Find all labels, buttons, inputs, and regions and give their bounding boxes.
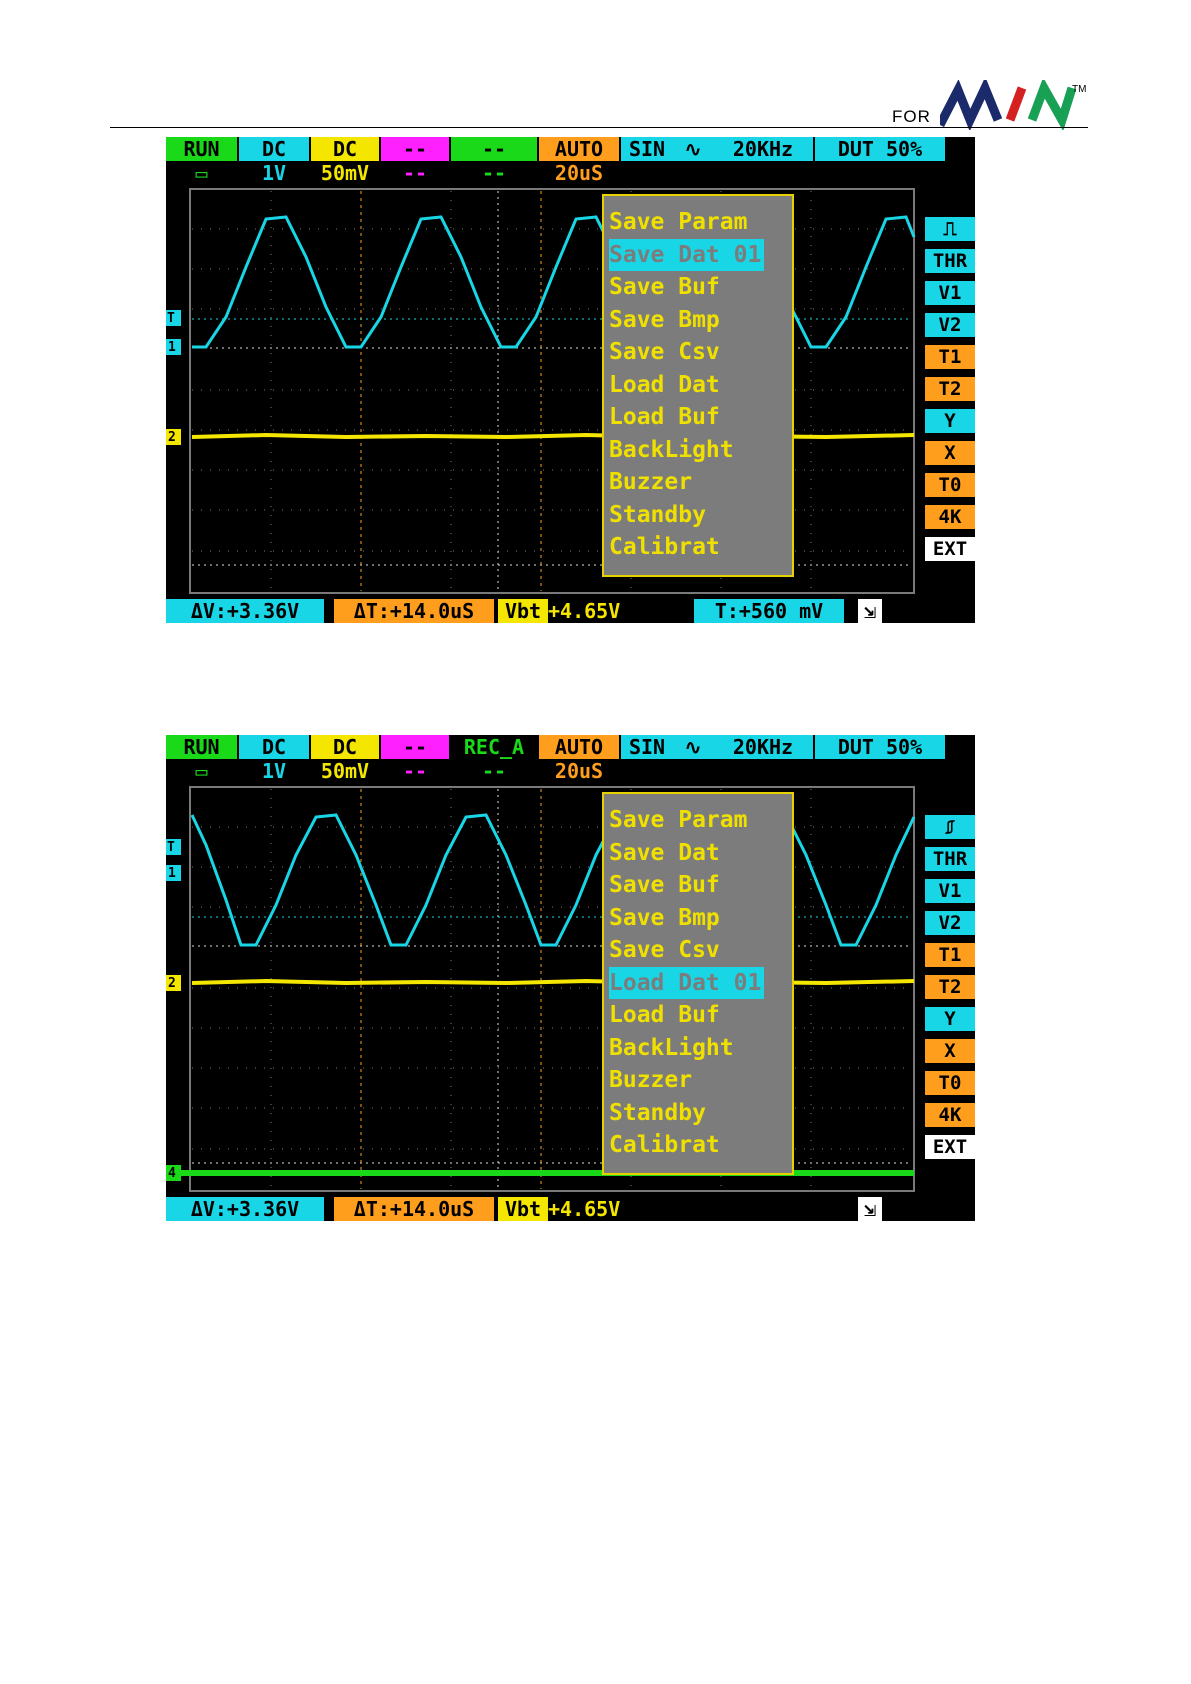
side-thr[interactable]: THR xyxy=(925,847,975,871)
trigger-marker: T xyxy=(167,840,175,855)
waveform-plot xyxy=(166,786,916,1192)
side-t1[interactable]: T1 xyxy=(925,345,975,369)
menu-item-load-buf[interactable]: Load Buf xyxy=(609,999,792,1032)
menu-item-backlight[interactable]: BackLight xyxy=(609,434,792,467)
menu-item-save-buf[interactable]: Save Buf xyxy=(609,869,792,902)
menu-item-buzzer[interactable]: Buzzer xyxy=(609,466,792,499)
vbt-value: +4.65V xyxy=(548,1197,621,1221)
delta-t-readout: ΔT:+14.0uS xyxy=(334,1197,494,1221)
side-ext[interactable]: EXT xyxy=(925,537,975,561)
scope-screen-2: RUN DC DC -- REC_A AUTO SIN ∿ 20KHz DUT … xyxy=(166,735,975,1221)
side-y[interactable]: Y xyxy=(925,1007,975,1031)
menu-item-save-bmp[interactable]: Save Bmp xyxy=(609,902,792,935)
ch1-marker: 1 xyxy=(168,866,176,881)
side-x[interactable]: X xyxy=(925,441,975,465)
side-v1[interactable]: V1 xyxy=(925,281,975,305)
trigger-level-readout: T:+560 mV xyxy=(694,599,844,623)
menu-item-standby[interactable]: Standby xyxy=(609,1097,792,1130)
menu-item-save-csv[interactable]: Save Csv xyxy=(609,934,792,967)
delta-v-readout: ΔV:+3.36V xyxy=(166,1197,324,1221)
side-4k[interactable]: 4K xyxy=(925,505,975,529)
ch2-marker: 2 xyxy=(168,430,176,445)
header-rule xyxy=(110,127,1088,128)
side-t0[interactable]: T0 xyxy=(925,473,975,497)
menu-item-backlight[interactable]: BackLight xyxy=(609,1032,792,1065)
bottom-status-row: ΔV:+3.36V ΔT:+14.0uS Vbt +4.65V T:+560 m… xyxy=(166,599,975,623)
side-t2[interactable]: T2 xyxy=(925,377,975,401)
file-menu: Save Param Save Dat 01 Save Buf Save Bmp… xyxy=(602,194,794,577)
vbt-label: Vbt xyxy=(498,1197,548,1221)
side-v1[interactable]: V1 xyxy=(925,879,975,903)
waveform-plot xyxy=(166,188,916,594)
side-v2[interactable]: V2 xyxy=(925,911,975,935)
trigger-level-readout xyxy=(694,1197,844,1221)
menu-item-load-buf[interactable]: Load Buf xyxy=(609,401,792,434)
trigger-edge-rising-icon[interactable]: ⎍ xyxy=(925,217,975,241)
side-menu: ⎍ THR V1 V2 T1 T2 Y X T0 4K EXT xyxy=(925,217,975,569)
vbt-value: +4.65V xyxy=(548,599,621,623)
trigger-marker: T xyxy=(167,311,175,326)
ch2-marker: 2 xyxy=(168,976,176,991)
for-label: FOR xyxy=(892,107,931,126)
vbt-label: Vbt xyxy=(498,599,548,623)
delta-v-readout: ΔV:+3.36V xyxy=(166,599,324,623)
menu-item-save-dat[interactable]: Save Dat xyxy=(609,837,792,870)
side-menu: ⎎ THR V1 V2 T1 T2 Y X T0 4K EXT xyxy=(925,815,975,1167)
menu-item-buzzer[interactable]: Buzzer xyxy=(609,1064,792,1097)
scope-screen-1: RUN DC DC -- -- AUTO SIN ∿ 20KHz DUT 50%… xyxy=(166,137,975,623)
menu-item-save-dat[interactable]: Save Dat 01 xyxy=(609,238,765,271)
menu-item-load-dat[interactable]: Load Dat 01 xyxy=(609,966,765,999)
side-t0[interactable]: T0 xyxy=(925,1071,975,1095)
menu-item-standby[interactable]: Standby xyxy=(609,499,792,532)
usb-icon: ⇲ xyxy=(858,599,882,623)
menu-item-calibrat[interactable]: Calibrat xyxy=(609,1129,792,1162)
menu-item-save-buf[interactable]: Save Buf xyxy=(609,271,792,304)
menu-item-save-param[interactable]: Save Param xyxy=(609,206,792,239)
menu-item-save-bmp[interactable]: Save Bmp xyxy=(609,304,792,337)
ch4-marker: 4 xyxy=(168,1166,176,1181)
trigger-edge-falling-icon[interactable]: ⎎ xyxy=(925,815,975,839)
side-x[interactable]: X xyxy=(925,1039,975,1063)
menu-item-calibrat[interactable]: Calibrat xyxy=(609,531,792,564)
side-t2[interactable]: T2 xyxy=(925,975,975,999)
file-menu: Save Param Save Dat Save Buf Save Bmp Sa… xyxy=(602,792,794,1175)
side-y[interactable]: Y xyxy=(925,409,975,433)
side-t1[interactable]: T1 xyxy=(925,943,975,967)
delta-t-readout: ΔT:+14.0uS xyxy=(334,599,494,623)
menu-item-save-csv[interactable]: Save Csv xyxy=(609,336,792,369)
trademark-label: TM xyxy=(1072,84,1087,95)
menu-item-load-dat[interactable]: Load Dat xyxy=(609,369,792,402)
ch1-marker: 1 xyxy=(168,340,176,355)
bottom-status-row: ΔV:+3.36V ΔT:+14.0uS Vbt +4.65V ⇲ xyxy=(166,1197,975,1221)
side-v2[interactable]: V2 xyxy=(925,313,975,337)
menu-item-save-param[interactable]: Save Param xyxy=(609,804,792,837)
side-thr[interactable]: THR xyxy=(925,249,975,273)
side-4k[interactable]: 4K xyxy=(925,1103,975,1127)
side-ext[interactable]: EXT xyxy=(925,1135,975,1159)
usb-icon: ⇲ xyxy=(858,1197,882,1221)
